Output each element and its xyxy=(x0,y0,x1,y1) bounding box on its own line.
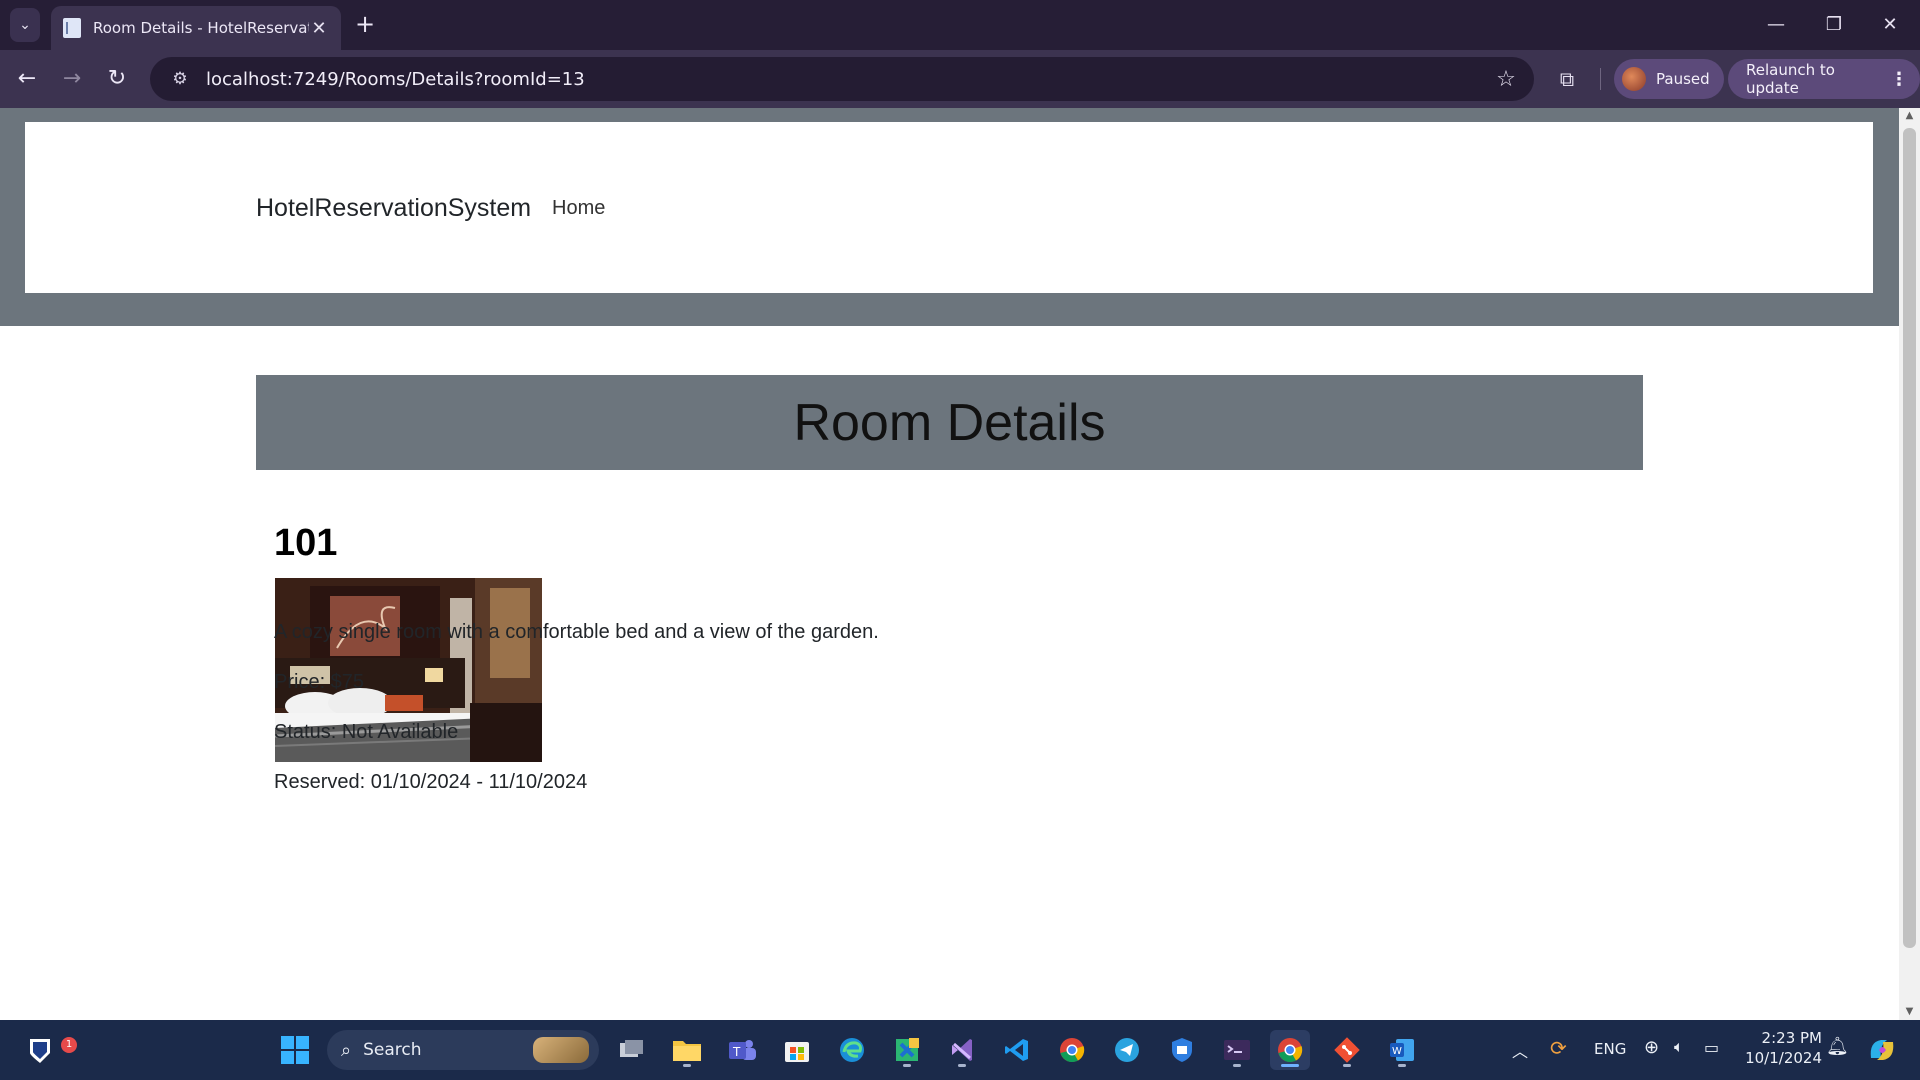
header-band: HotelReservationSystem Home xyxy=(0,108,1899,326)
windows-icon xyxy=(281,1036,309,1064)
git-icon[interactable] xyxy=(1327,1030,1367,1070)
browser-toolbar: ← → ↻ ⚙ localhost:7249/Rooms/Details?roo… xyxy=(0,50,1920,108)
relaunch-label: Relaunch to update xyxy=(1746,61,1835,97)
url-text[interactable]: localhost:7249/Rooms/Details?roomId=13 xyxy=(206,69,1488,90)
copilot-icon[interactable] xyxy=(1862,1030,1902,1070)
file-explorer-icon[interactable] xyxy=(667,1030,707,1070)
minimize-button[interactable]: — xyxy=(1756,10,1796,40)
menu-dots-icon[interactable]: ⋮ xyxy=(1890,69,1908,90)
toolbar-divider xyxy=(1600,68,1601,90)
notification-bell-icon[interactable]: 🔔︎ xyxy=(1826,1036,1849,1057)
site-navbar: HotelReservationSystem Home xyxy=(25,122,1873,293)
brand-link[interactable]: HotelReservationSystem xyxy=(256,194,531,223)
clock-date: 10/1/2024 xyxy=(1745,1049,1822,1067)
network-icon[interactable]: ⊕ xyxy=(1644,1037,1659,1058)
browser-tab-bar: ⌄ Room Details - HotelReservationSystem … xyxy=(0,0,1920,50)
battery-icon[interactable]: ▭ xyxy=(1704,1038,1719,1057)
language-indicator[interactable]: ENG xyxy=(1594,1040,1626,1058)
profile-button[interactable]: Paused xyxy=(1614,59,1724,99)
chevron-down-icon: ⌄ xyxy=(19,17,31,33)
search-label: Search xyxy=(363,1040,422,1060)
scroll-down-icon[interactable]: ▼ xyxy=(1899,1004,1920,1020)
show-hidden-icons-chevron-icon[interactable]: ︿ xyxy=(1512,1038,1528,1062)
start-button[interactable] xyxy=(275,1030,315,1070)
vs-code-insiders-icon[interactable] xyxy=(887,1030,927,1070)
forward-button[interactable]: → xyxy=(57,64,87,94)
word-icon[interactable]: W xyxy=(1382,1030,1422,1070)
room-price: Price: $75 xyxy=(274,671,365,693)
page-favicon-icon xyxy=(63,18,81,38)
vscode-icon[interactable] xyxy=(997,1030,1037,1070)
clock-time: 2:23 PM xyxy=(1761,1029,1822,1047)
avatar xyxy=(1622,67,1646,91)
scrollbar-thumb[interactable] xyxy=(1903,128,1916,948)
telegram-icon[interactable] xyxy=(1107,1030,1147,1070)
room-reserved-dates: Reserved: 01/10/2024 - 11/10/2024 xyxy=(274,771,588,793)
search-highlight-icon xyxy=(533,1037,589,1063)
chrome-icon[interactable] xyxy=(1052,1030,1092,1070)
notification-badge: 1 xyxy=(61,1037,77,1053)
nfl-widget-icon[interactable]: 1 xyxy=(20,1030,77,1070)
visual-studio-icon[interactable] xyxy=(942,1030,982,1070)
back-button[interactable]: ← xyxy=(12,64,42,94)
page-title-bar: Room Details xyxy=(256,375,1643,470)
tab-title: Room Details - HotelReservationSystem xyxy=(93,19,309,37)
nfl-shield-icon xyxy=(30,1039,50,1063)
profile-status: Paused xyxy=(1656,70,1710,88)
site-info-icon[interactable]: ⚙ xyxy=(160,69,200,89)
extensions-icon[interactable]: ⧉ xyxy=(1552,64,1582,94)
page-viewport: HotelReservationSystem Home Room Details… xyxy=(0,108,1899,1020)
nav-home-link[interactable]: Home xyxy=(552,197,605,220)
address-bar[interactable]: ⚙ localhost:7249/Rooms/Details?roomId=13… xyxy=(150,57,1534,101)
scroll-up-icon[interactable]: ▲ xyxy=(1899,108,1920,124)
teams-icon[interactable]: T xyxy=(722,1030,762,1070)
restore-button[interactable]: ❐ xyxy=(1814,10,1854,40)
new-tab-button[interactable]: + xyxy=(352,12,378,38)
svg-text:W: W xyxy=(1392,1046,1402,1057)
taskbar-search[interactable]: ⌕ Search xyxy=(327,1030,599,1070)
store-icon[interactable] xyxy=(777,1030,817,1070)
chrome-active-icon[interactable] xyxy=(1270,1030,1310,1070)
terminal-icon[interactable] xyxy=(1217,1030,1257,1070)
bookmark-star-icon[interactable]: ☆ xyxy=(1488,67,1524,92)
tab-search-button[interactable]: ⌄ xyxy=(10,8,40,42)
sync-icon[interactable]: ⟳ xyxy=(1550,1036,1567,1060)
reload-button[interactable]: ↻ xyxy=(102,64,132,94)
room-description: A cozy single room with a comfortable be… xyxy=(274,621,879,643)
room-status: Status: Not Available xyxy=(274,721,459,743)
page-scrollbar[interactable]: ▲ ▼ xyxy=(1899,108,1920,1020)
room-number: 101 xyxy=(274,522,338,564)
svg-text:T: T xyxy=(732,1045,741,1059)
task-view-icon[interactable] xyxy=(612,1030,652,1070)
close-window-button[interactable]: ✕ xyxy=(1870,10,1910,40)
search-icon: ⌕ xyxy=(341,1039,352,1061)
clock[interactable]: 2:23 PM 10/1/2024 xyxy=(1740,1028,1822,1068)
edge-icon[interactable] xyxy=(832,1030,872,1070)
browser-tab-active[interactable]: Room Details - HotelReservationSystem ✕ xyxy=(51,6,341,50)
page-title: Room Details xyxy=(793,393,1106,452)
defender-icon[interactable] xyxy=(1162,1030,1202,1070)
tab-close-icon[interactable]: ✕ xyxy=(309,18,329,39)
volume-icon[interactable]: 🔈︎ xyxy=(1674,1037,1684,1057)
windows-taskbar: 1 ⌕ Search T W ︿ ⟳ ENG ⊕ 🔈︎ ▭ 2:23 PM 10… xyxy=(0,1020,1920,1080)
relaunch-button[interactable]: Relaunch to update ⋮ xyxy=(1728,59,1920,99)
